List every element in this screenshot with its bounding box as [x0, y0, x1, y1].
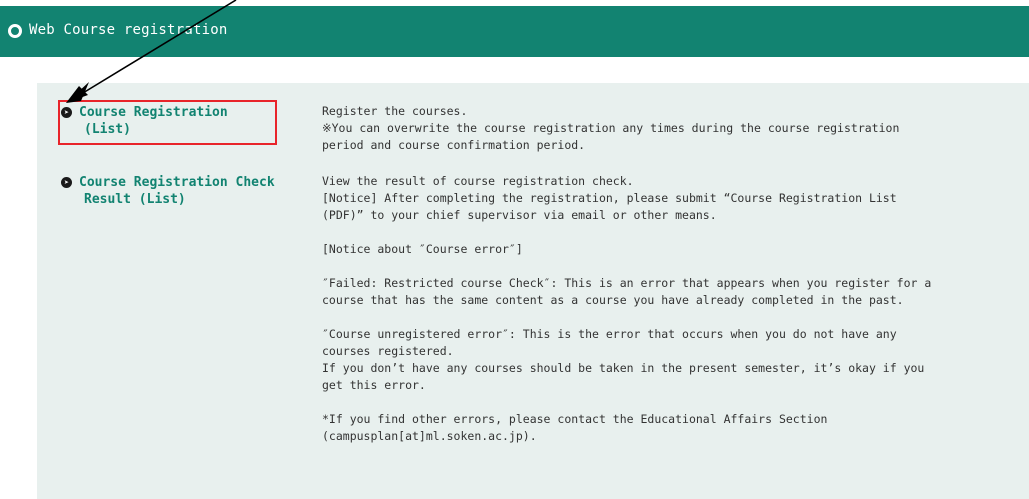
course-registration-check-result-link[interactable]: ➤ Course Registration Check Result (List): [61, 174, 275, 208]
arrow-right-circle-icon: ➤: [61, 177, 72, 188]
desc-line: ※You can overwrite the course registrati…: [322, 121, 900, 135]
link-label-line2: Result (List): [84, 192, 186, 207]
desc-line: ″Failed: Restricted course Check″: This …: [322, 276, 932, 290]
desc-line: course that has the same content as a co…: [322, 293, 904, 307]
desc-line: View the result of course registration c…: [322, 174, 634, 188]
desc-line: courses registered.: [322, 344, 454, 358]
desc-line: [Notice about ″Course error″]: [322, 242, 523, 256]
link-label-line1: Course Registration Check: [79, 175, 275, 190]
desc-line: (campusplan[at]ml.soken.ac.jp).: [322, 429, 537, 443]
circle-icon: [8, 24, 22, 38]
desc-line: ″Course unregistered error″: This is the…: [322, 327, 897, 341]
check-result-description: View the result of course registration c…: [322, 173, 931, 445]
desc-line: If you don’t have any courses should be …: [322, 361, 925, 375]
highlight-box: [58, 100, 277, 145]
desc-line: Register the courses.: [322, 104, 468, 118]
page-title: Web Course registration: [29, 22, 228, 38]
desc-line: [Notice] After completing the registrati…: [322, 191, 897, 205]
desc-line: *If you find other errors, please contac…: [322, 412, 828, 426]
desc-line: period and course confirmation period.: [322, 138, 586, 152]
desc-line: get this error.: [322, 378, 426, 392]
course-registration-description: Register the courses. ※You can overwrite…: [322, 103, 899, 154]
page-header: Web Course registration: [0, 6, 1029, 57]
desc-line: (PDF)” to your chief supervisor via emai…: [322, 208, 717, 222]
